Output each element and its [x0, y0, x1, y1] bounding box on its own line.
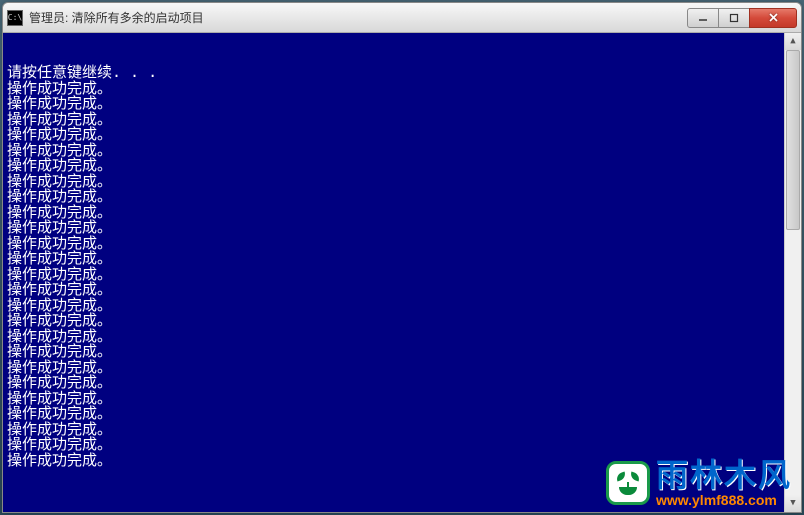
scroll-up-arrow-icon[interactable]: ▲	[785, 33, 801, 50]
console-line-success: 操作成功完成。	[7, 205, 797, 221]
console-line-success: 操作成功完成。	[7, 236, 797, 252]
console-window: C:\ 管理员: 清除所有多余的启动项目 请按任意键继续. . .操作成功完成。…	[2, 2, 802, 513]
window-controls	[688, 8, 797, 28]
console-line-success: 操作成功完成。	[7, 127, 797, 143]
console-line-success: 操作成功完成。	[7, 267, 797, 283]
console-line-success: 操作成功完成。	[7, 81, 797, 97]
console-line-success: 操作成功完成。	[7, 298, 797, 314]
window-title: 管理员: 清除所有多余的启动项目	[29, 9, 688, 26]
console-line-success: 操作成功完成。	[7, 143, 797, 159]
maximize-icon	[729, 13, 739, 23]
minimize-button[interactable]	[687, 8, 719, 28]
minimize-icon	[698, 13, 708, 23]
console-line-success: 操作成功完成。	[7, 360, 797, 376]
console-line-success: 操作成功完成。	[7, 220, 797, 236]
console-line-success: 操作成功完成。	[7, 158, 797, 174]
vertical-scrollbar[interactable]: ▲ ▼	[784, 33, 801, 512]
maximize-button[interactable]	[718, 8, 750, 28]
console-line-success: 操作成功完成。	[7, 189, 797, 205]
console-line-success: 操作成功完成。	[7, 282, 797, 298]
console-line-success: 操作成功完成。	[7, 251, 797, 267]
console-line-success: 操作成功完成。	[7, 329, 797, 345]
console-line-success: 操作成功完成。	[7, 112, 797, 128]
titlebar[interactable]: C:\ 管理员: 清除所有多余的启动项目	[3, 3, 801, 33]
console-line-prompt: 请按任意键继续. . .	[7, 65, 797, 81]
console-line-success: 操作成功完成。	[7, 391, 797, 407]
console-line-success: 操作成功完成。	[7, 174, 797, 190]
console-line-success: 操作成功完成。	[7, 313, 797, 329]
console-line-success: 操作成功完成。	[7, 375, 797, 391]
cmd-icon: C:\	[7, 10, 23, 26]
console-line-success: 操作成功完成。	[7, 406, 797, 422]
console-line-success: 操作成功完成。	[7, 344, 797, 360]
console-line-success: 操作成功完成。	[7, 437, 797, 453]
close-button[interactable]	[749, 8, 797, 28]
console-line-success: 操作成功完成。	[7, 96, 797, 112]
scroll-down-arrow-icon[interactable]: ▼	[785, 495, 801, 512]
console-line-success: 操作成功完成。	[7, 422, 797, 438]
console-line-success: 操作成功完成。	[7, 453, 797, 469]
scrollbar-thumb[interactable]	[786, 50, 800, 230]
close-icon	[768, 12, 779, 23]
console-output[interactable]: 请按任意键继续. . .操作成功完成。操作成功完成。操作成功完成。操作成功完成。…	[3, 33, 801, 512]
